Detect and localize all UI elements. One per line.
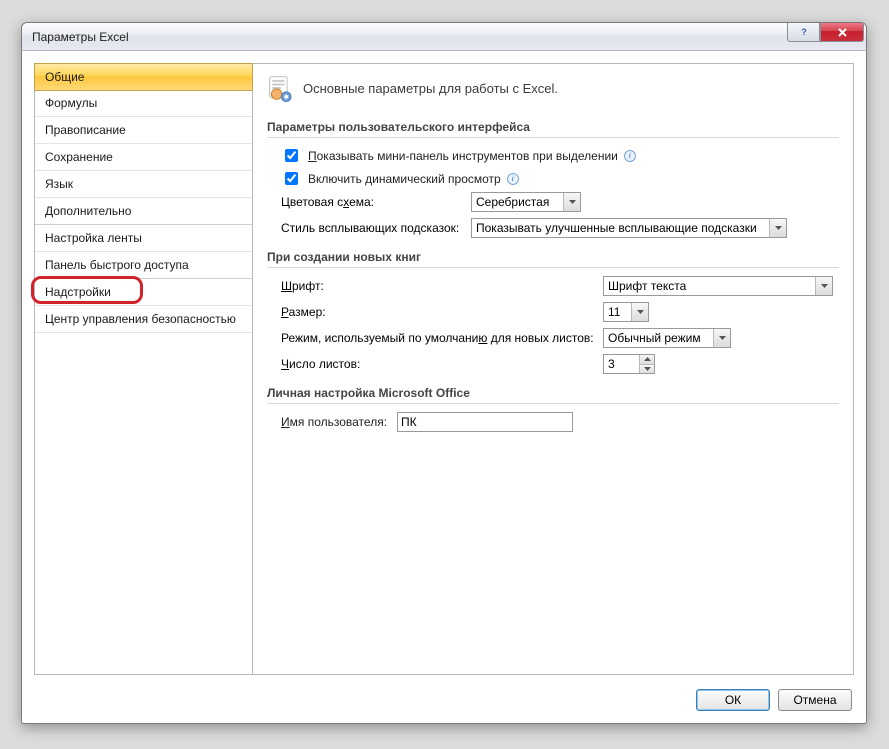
spinner-buttons[interactable]	[639, 355, 654, 373]
window-title: Параметры Excel	[32, 30, 129, 44]
sidebar-item-ribbon[interactable]: Настройка ленты	[35, 225, 252, 252]
page-header: Основные параметры для работы с Excel.	[267, 74, 839, 102]
settings-icon	[267, 74, 295, 102]
close-icon	[837, 27, 848, 38]
size-combo[interactable]: 11	[603, 302, 649, 322]
help-button[interactable]: ?	[787, 23, 820, 42]
color-scheme-combo[interactable]: Серебристая	[471, 192, 581, 212]
section-title-personal: Личная настройка Microsoft Office	[267, 382, 839, 404]
dialog-body: Общие Формулы Правописание Сохранение Яз…	[22, 51, 866, 681]
chevron-down-icon	[713, 329, 730, 347]
category-list: Общие Формулы Правописание Сохранение Яз…	[34, 63, 253, 675]
sidebar-item-language[interactable]: Язык	[35, 171, 252, 198]
section-newbook: Шрифт: Шрифт текста Размер: 11 Режим, ис…	[267, 276, 839, 374]
sheet-count-label: Число листов:	[281, 357, 597, 371]
help-icon: ?	[799, 27, 809, 37]
dialog-footer: ОК Отмена	[22, 681, 866, 723]
sidebar-item-trustcenter[interactable]: Центр управления безопасностью	[35, 306, 252, 333]
info-icon[interactable]: i	[507, 173, 519, 185]
size-label: Размер:	[281, 305, 597, 319]
ok-button[interactable]: ОК	[696, 689, 770, 711]
sidebar-item-qat[interactable]: Панель быстрого доступа	[35, 252, 252, 279]
spin-down-icon[interactable]	[640, 364, 654, 374]
svg-text:?: ?	[801, 27, 807, 37]
page-title: Основные параметры для работы с Excel.	[303, 81, 558, 96]
live-preview-checkbox[interactable]	[285, 172, 298, 185]
close-button[interactable]	[820, 23, 864, 42]
tooltip-style-combo[interactable]: Показывать улучшенные всплывающие подска…	[471, 218, 787, 238]
section-title-newbook: При создании новых книг	[267, 246, 839, 268]
options-panel: Основные параметры для работы с Excel. П…	[253, 63, 854, 675]
section-title-ui: Параметры пользовательского интерфейса	[267, 116, 839, 138]
chevron-down-icon	[631, 303, 648, 321]
default-view-label: Режим, используемый по умолчанию для нов…	[281, 331, 597, 345]
sidebar-item-advanced[interactable]: Дополнительно	[35, 198, 252, 225]
info-icon[interactable]: i	[624, 150, 636, 162]
cancel-button[interactable]: Отмена	[778, 689, 852, 711]
chevron-down-icon	[769, 219, 786, 237]
color-scheme-label: Цветовая схема:	[281, 195, 465, 209]
sidebar-item-formulas[interactable]: Формулы	[35, 90, 252, 117]
mini-toolbar-label: Показывать мини-панель инструментов при …	[308, 149, 618, 163]
font-combo[interactable]: Шрифт текста	[603, 276, 833, 296]
font-label: Шрифт:	[281, 279, 597, 293]
options-dialog: Параметры Excel ? Общие Формулы Правопис…	[21, 22, 867, 724]
live-preview-label: Включить динамический просмотр	[308, 172, 501, 186]
username-label: Имя пользователя:	[281, 415, 391, 429]
titlebar: Параметры Excel ?	[22, 23, 866, 51]
mini-toolbar-checkbox[interactable]	[285, 149, 298, 162]
sidebar-item-save[interactable]: Сохранение	[35, 144, 252, 171]
section-ui: Показывать мини-панель инструментов при …	[267, 146, 839, 238]
sheet-count-spinner[interactable]: 3	[603, 354, 655, 374]
username-input[interactable]	[397, 412, 573, 432]
default-view-combo[interactable]: Обычный режим	[603, 328, 731, 348]
window-controls: ?	[787, 23, 864, 42]
sidebar-item-general[interactable]: Общие	[34, 63, 253, 91]
section-personal: Имя пользователя:	[267, 412, 839, 432]
chevron-down-icon	[563, 193, 580, 211]
sidebar-item-proofing[interactable]: Правописание	[35, 117, 252, 144]
chevron-down-icon	[815, 277, 832, 295]
sidebar-item-addins[interactable]: Надстройки	[35, 279, 252, 306]
tooltip-style-label: Стиль всплывающих подсказок:	[281, 221, 465, 235]
spin-up-icon[interactable]	[640, 355, 654, 364]
